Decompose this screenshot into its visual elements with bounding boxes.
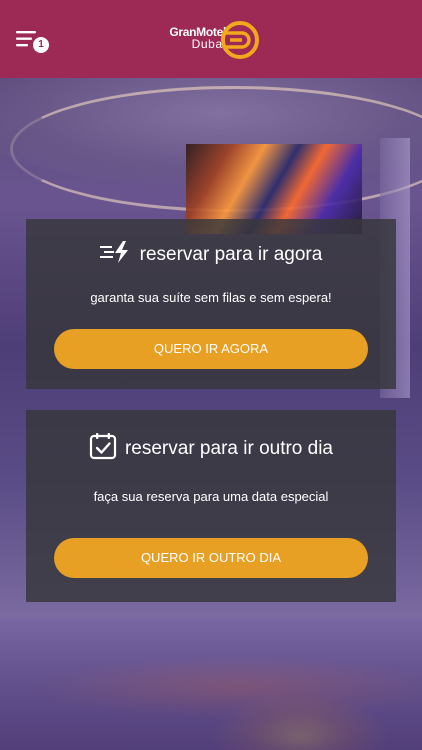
logo: GranMotel Dubai [162,20,262,60]
card-title-text-now: reservar para ir agora [139,244,323,265]
card-book-other-day: reservar para ir outro dia faça sua rese… [26,410,396,602]
notification-badge: 1 [33,37,49,53]
card-subtitle-now: garanta sua suíte sem filas e sem espera… [90,290,332,305]
app-screen: 1 GranMotel Dubai reservar para ir agora… [0,0,422,750]
top-bar: 1 GranMotel Dubai [0,0,422,78]
logo-text: GranMotel Dubai [162,26,226,50]
card-title-other: reservar para ir outro dia [26,432,396,466]
card-title-now: reservar para ir agora [26,241,396,269]
logo-line-2: Dubai [191,37,226,51]
card-title-text-other: reservar para ir outro dia [124,438,334,459]
calendar-check-icon [89,432,117,466]
menu-button[interactable]: 1 [16,30,50,54]
fast-lightning-icon [99,241,132,269]
book-other-day-button[interactable]: QUERO IR OUTRO DIA [54,538,368,578]
card-subtitle-other: faça sua reserva para uma data especial [93,489,329,504]
logo-mark-icon [221,21,259,59]
book-now-button[interactable]: QUERO IR AGORA [54,329,368,369]
card-book-now: reservar para ir agora garanta sua suíte… [26,219,396,389]
